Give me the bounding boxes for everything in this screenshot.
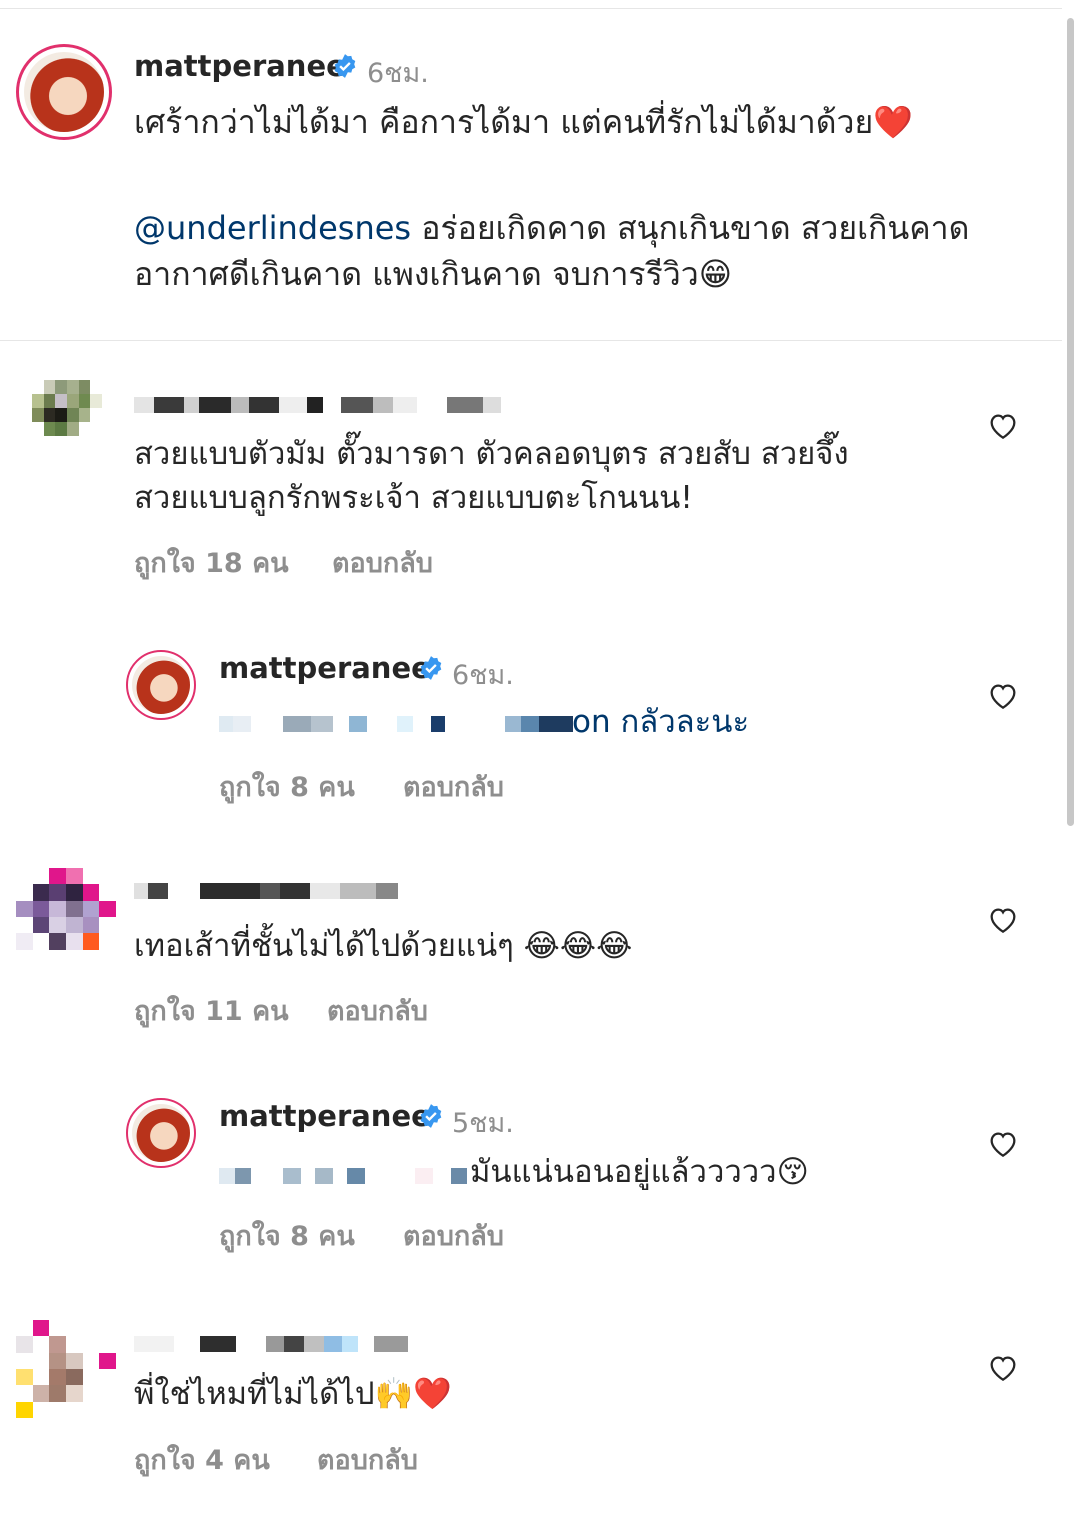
reply-timestamp: 6ชม. bbox=[452, 660, 514, 691]
mention-link[interactable]: @underlindesnes bbox=[134, 209, 411, 247]
commenter-avatar-pixelated[interactable] bbox=[16, 868, 116, 966]
reply-author-avatar[interactable] bbox=[126, 1098, 196, 1168]
post-caption-line3: อากาศดีเกินคาด แพงเกินคาด จบการรีวิว😁 bbox=[134, 255, 733, 293]
comment-text: เทอเส้าที่ชั้นไม่ได้ไปด้วยแน่ๆ 😂😂😂 bbox=[134, 928, 633, 964]
commenter-username-redacted[interactable] bbox=[134, 1336, 408, 1352]
post-author-avatar[interactable] bbox=[16, 44, 112, 140]
avatar-image bbox=[132, 656, 190, 714]
reply-author-username[interactable]: mattperanee bbox=[219, 1099, 431, 1133]
heart-outline-icon[interactable] bbox=[987, 1352, 1019, 1382]
comment-text: พี่ใช่ไหมที่ไม่ได้ไป🙌❤️ bbox=[134, 1376, 452, 1412]
comment-text-line2: สวยแบบลูกรักพระเจ้า สวยแบบตะโกนนน! bbox=[134, 480, 693, 516]
avatar-image bbox=[132, 1104, 190, 1162]
post-caption-line2: @underlindesnes อร่อยเกิดคาด สนุกเกินขาด… bbox=[134, 205, 969, 251]
reply-timestamp: 5ชม. bbox=[452, 1108, 514, 1139]
heart-outline-icon[interactable] bbox=[987, 1128, 1019, 1158]
top-divider bbox=[0, 8, 1062, 9]
reply-button[interactable]: ตอบกลับ bbox=[403, 765, 504, 808]
reply-author-username[interactable]: mattperanee bbox=[219, 651, 431, 685]
heart-outline-icon[interactable] bbox=[987, 680, 1019, 710]
reply-text: มันแน่นอนอยู่แล้ววววว😚 bbox=[470, 1154, 809, 1190]
mention-redacted[interactable] bbox=[219, 716, 573, 732]
commenter-avatar-pixelated[interactable] bbox=[16, 1320, 116, 1418]
like-count[interactable]: ถูกใจ 11 คน bbox=[134, 989, 289, 1032]
scrollbar[interactable] bbox=[1067, 18, 1074, 826]
reply-button[interactable]: ตอบกลับ bbox=[332, 541, 433, 584]
post-timestamp: 6ชม. bbox=[367, 58, 429, 89]
like-count[interactable]: ถูกใจ 8 คน bbox=[219, 1214, 355, 1257]
post-caption-line1: เศร้ากว่าไม่ได้มา คือการได้มา แต่คนที่รั… bbox=[134, 103, 914, 141]
verified-badge-icon bbox=[420, 656, 442, 680]
reply-button[interactable]: ตอบกลับ bbox=[317, 1438, 418, 1481]
comment-text-line1: สวยแบบตัวมัม ตั๊วมารดา ตัวคลอดบุตร สวยสั… bbox=[134, 436, 849, 472]
reply-button[interactable]: ตอบกลับ bbox=[327, 989, 428, 1032]
section-divider bbox=[0, 340, 1062, 341]
reply-text-content: on กลัวละนะ bbox=[572, 704, 750, 740]
like-count[interactable]: ถูกใจ 8 คน bbox=[219, 765, 355, 808]
reply-text: on กลัวละนะ bbox=[572, 700, 749, 744]
commenter-username-redacted[interactable] bbox=[134, 883, 398, 899]
heart-outline-icon[interactable] bbox=[987, 904, 1019, 934]
verified-badge-icon bbox=[420, 1104, 442, 1128]
mention-redacted[interactable] bbox=[219, 1168, 467, 1184]
reply-author-avatar[interactable] bbox=[126, 650, 196, 720]
heart-outline-icon[interactable] bbox=[987, 410, 1019, 440]
caption-text: อร่อยเกิดคาด สนุกเกินขาด สวยเกินคาด bbox=[411, 209, 970, 247]
post-author-username[interactable]: mattperanee bbox=[134, 49, 346, 83]
verified-badge-icon bbox=[334, 54, 356, 78]
like-count[interactable]: ถูกใจ 18 คน bbox=[134, 541, 289, 584]
commenter-avatar-pixelated[interactable] bbox=[32, 380, 102, 464]
commenter-username-redacted[interactable] bbox=[134, 397, 501, 413]
avatar-image bbox=[24, 52, 104, 132]
like-count[interactable]: ถูกใจ 4 คน bbox=[134, 1438, 270, 1481]
reply-button[interactable]: ตอบกลับ bbox=[403, 1214, 504, 1257]
